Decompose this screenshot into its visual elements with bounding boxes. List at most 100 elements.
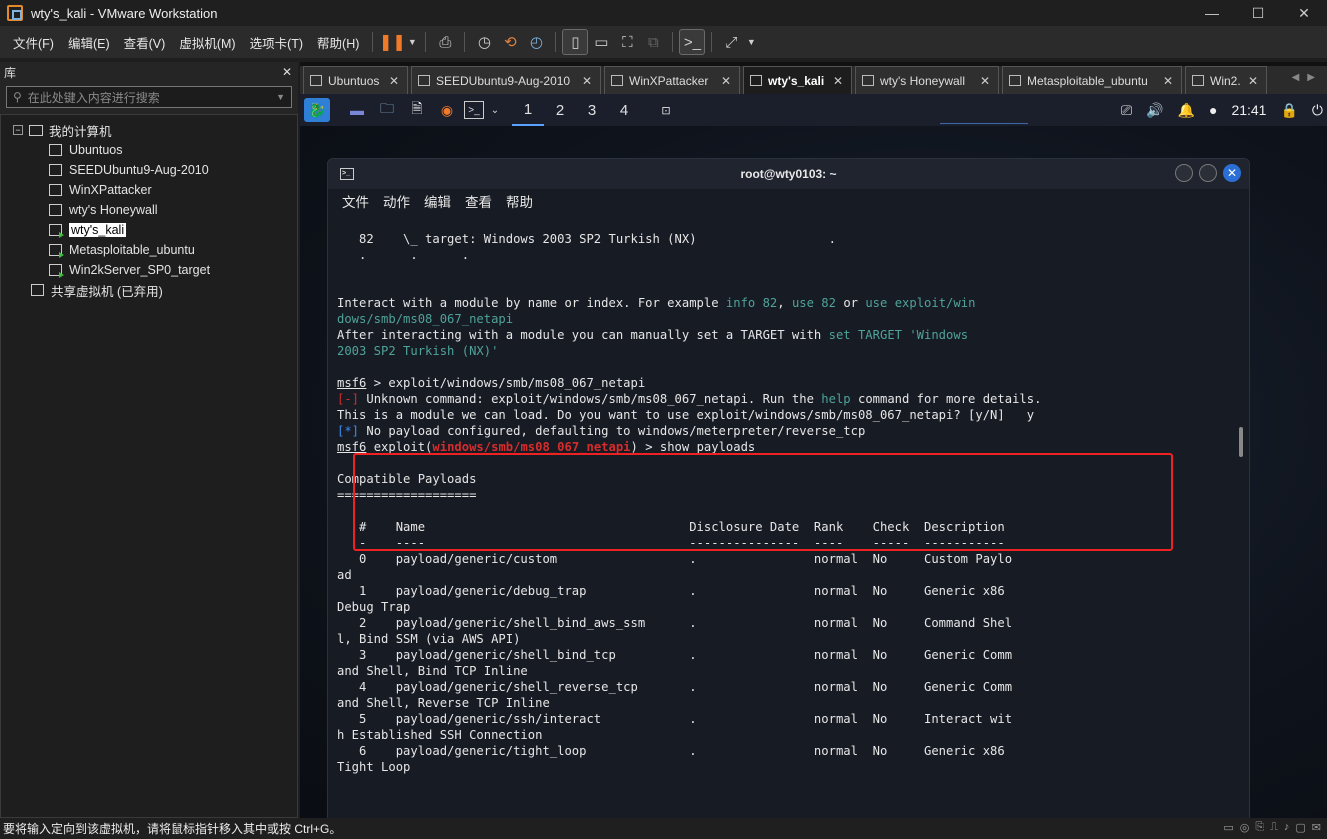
sound-icon[interactable]: ♪: [1284, 821, 1290, 834]
terminal-menu-actions[interactable]: 动作: [383, 191, 410, 211]
menu-tabs[interactable]: 选项卡(T): [243, 33, 310, 52]
cd-icon[interactable]: ◎: [1240, 821, 1250, 834]
tab-close-icon[interactable]: ✕: [833, 74, 843, 88]
tab-scroll-arrows-icon[interactable]: ◀▶: [1292, 72, 1323, 83]
logout-icon[interactable]: ⏻: [1312, 102, 1323, 119]
tree-item-vm-selected[interactable]: wty's_kali: [1, 220, 297, 240]
tab-close-icon[interactable]: ✕: [389, 74, 399, 88]
vm-tab-icon: [310, 75, 322, 86]
firefox-icon[interactable]: ◉: [434, 98, 460, 122]
tab-close-icon[interactable]: ✕: [1163, 74, 1173, 88]
network-icon[interactable]: ⎘: [1255, 821, 1264, 834]
terminal-menu-bar: 文件 动作 编辑 查看 帮助: [328, 189, 1249, 213]
tree-item-shared[interactable]: 共享虚拟机 (已弃用): [1, 280, 297, 300]
lock-icon[interactable]: 🔒: [1280, 102, 1297, 119]
maximize-button[interactable]: ☐: [1235, 0, 1281, 26]
tab-close-icon[interactable]: ✕: [582, 74, 592, 88]
kali-menu-icon[interactable]: 🐉: [304, 98, 330, 122]
status-text: 要将输入定向到该虚拟机，请将鼠标指针移入其中或按 Ctrl+G。: [3, 822, 342, 836]
workspace-2[interactable]: 2: [544, 94, 576, 126]
tree-item-vm[interactable]: Metasploitable_ubuntu: [1, 240, 297, 260]
library-view-icon[interactable]: ▯: [562, 29, 589, 55]
tab-label: Ubuntuos: [328, 73, 380, 88]
terminal-menu-help[interactable]: 帮助: [506, 191, 533, 211]
thumbnail-view-icon[interactable]: ▭: [588, 29, 614, 55]
workspace-1[interactable]: 1: [512, 94, 544, 126]
show-desktop-icon[interactable]: ▬: [344, 98, 370, 122]
text: No payload configured, defaulting to win…: [359, 424, 866, 438]
highlight-box: [353, 453, 1173, 551]
table-row: 1 payload/generic/debug_trap . normal No…: [337, 584, 1005, 598]
menu-vm[interactable]: 虚拟机(M): [172, 33, 242, 52]
notifications-icon[interactable]: 🔔: [1178, 102, 1195, 119]
launcher-dropdown-icon[interactable]: ⌄: [488, 98, 502, 122]
pause-icon[interactable]: ❚❚: [379, 29, 406, 55]
terminal-menu-view[interactable]: 查看: [465, 191, 492, 211]
clock[interactable]: 21:41: [1231, 102, 1266, 118]
menu-view[interactable]: 查看(V): [117, 33, 173, 52]
text: Unknown command: exploit/windows/smb/ms0…: [359, 392, 822, 406]
hdd-icon[interactable]: ▭: [1223, 821, 1233, 834]
menu-file[interactable]: 文件(F): [6, 33, 61, 52]
tab-win2k[interactable]: Win2... ✕: [1185, 66, 1267, 94]
stretch-icon[interactable]: ⤢: [718, 29, 744, 55]
kali-desktop[interactable]: 🐉 ▬ 🗀 🗎 ◉ >_ ⌄ 1 2 3 4 ⊡ ⎚ 🔊 🔔 ● 21:41 🔒…: [300, 94, 1327, 818]
tab-seedubuntu[interactable]: SEEDUbuntu9-Aug-2010 ✕: [411, 66, 601, 94]
close-button[interactable]: ✕: [1281, 0, 1327, 26]
library-search-input[interactable]: ⚲ 在此处键入内容进行搜索 ▼: [6, 86, 292, 108]
tree-item-vm[interactable]: WinXPattacker: [1, 180, 297, 200]
revert-snapshot-icon[interactable]: ⟲: [497, 29, 523, 55]
output-line: 82 \_ target: Windows 2003 SP2 Turkish (…: [337, 232, 836, 246]
search-dropdown-icon[interactable]: ▼: [276, 92, 285, 102]
power-status-icon[interactable]: ●: [1209, 102, 1217, 118]
display-icon[interactable]: ⎚: [1121, 102, 1132, 119]
terminal-maximize-button[interactable]: [1199, 164, 1217, 182]
collapse-icon[interactable]: −: [13, 125, 23, 135]
tree-item-vm[interactable]: wty's Honeywall: [1, 200, 297, 220]
tree-item-vm[interactable]: Ubuntuos: [1, 140, 297, 160]
message-icon[interactable]: ✉: [1312, 821, 1321, 834]
stretch-dropdown-icon[interactable]: ▼: [744, 29, 758, 55]
msf-prompt: msf6: [337, 376, 367, 390]
terminal-menu-file[interactable]: 文件: [342, 191, 369, 211]
taskbar-terminal-icon[interactable]: ⊡: [650, 94, 682, 126]
tab-wtys-honeywall[interactable]: wty's Honeywall ✕: [855, 66, 999, 94]
display-status-icon[interactable]: ▢: [1295, 821, 1305, 834]
text-editor-icon[interactable]: 🗎: [404, 98, 430, 122]
console-view-icon[interactable]: >_: [679, 29, 706, 55]
tab-ubuntuos[interactable]: Ubuntuos ✕: [303, 66, 408, 94]
library-close-icon[interactable]: ✕: [282, 65, 292, 79]
workspace-4[interactable]: 4: [608, 94, 640, 126]
menu-edit[interactable]: 编辑(E): [61, 33, 117, 52]
snapshot-icon[interactable]: ◷: [471, 29, 497, 55]
workspace-3[interactable]: 3: [576, 94, 608, 126]
usb-icon[interactable]: ⎍: [1270, 821, 1278, 834]
fullscreen-icon[interactable]: ⛶: [614, 29, 640, 55]
menu-help[interactable]: 帮助(H): [310, 33, 366, 52]
tab-close-icon[interactable]: ✕: [1248, 74, 1258, 88]
terminal-window[interactable]: >_ root@wty0103: ~ ✕ 文件 动作 编辑 查看 帮助 82 \…: [327, 158, 1250, 818]
terminal-menu-edit[interactable]: 编辑: [424, 191, 451, 211]
tab-winxpattacker[interactable]: WinXPattacker ✕: [604, 66, 740, 94]
search-placeholder: 在此处键入内容进行搜索: [27, 90, 160, 105]
send-ctrl-alt-del-icon[interactable]: ⎙: [432, 29, 458, 55]
unity-icon[interactable]: ⧉: [640, 29, 666, 55]
volume-icon[interactable]: 🔊: [1146, 102, 1163, 119]
table-row: Tight Loop: [337, 760, 411, 774]
terminal-icon[interactable]: >_: [464, 101, 484, 119]
tab-metasploitable[interactable]: Metasploitable_ubuntu ✕: [1002, 66, 1182, 94]
power-dropdown-icon[interactable]: ▼: [405, 29, 419, 55]
tab-wtys-kali[interactable]: wty's_kali ✕: [743, 66, 852, 94]
tree-item-vm[interactable]: SEEDUbuntu9-Aug-2010: [1, 160, 297, 180]
tree-item-vm[interactable]: Win2kServer_SP0_target: [1, 260, 297, 280]
terminal-titlebar[interactable]: >_ root@wty0103: ~ ✕: [328, 159, 1249, 189]
file-manager-icon[interactable]: 🗀: [374, 98, 400, 122]
terminal-minimize-button[interactable]: [1175, 164, 1193, 182]
tree-item-my-computer[interactable]: − 我的计算机: [1, 120, 297, 140]
terminal-close-button[interactable]: ✕: [1223, 164, 1241, 182]
tab-close-icon[interactable]: ✕: [721, 74, 731, 88]
tab-close-icon[interactable]: ✕: [980, 74, 990, 88]
terminal-scrollbar[interactable]: [1239, 427, 1243, 457]
snapshot-manager-icon[interactable]: ◴: [523, 29, 549, 55]
minimize-button[interactable]: —: [1189, 0, 1235, 26]
